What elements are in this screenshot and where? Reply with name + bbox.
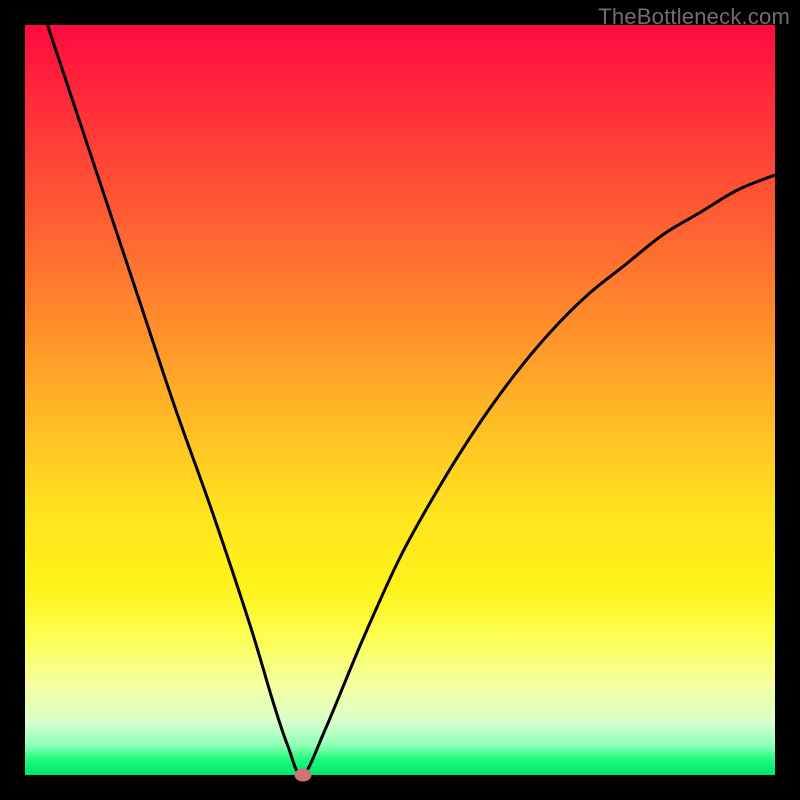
optimal-point-marker — [294, 769, 311, 782]
chart-plot-area — [25, 25, 775, 775]
watermark-text: TheBottleneck.com — [598, 4, 790, 30]
bottleneck-curve — [25, 25, 775, 775]
